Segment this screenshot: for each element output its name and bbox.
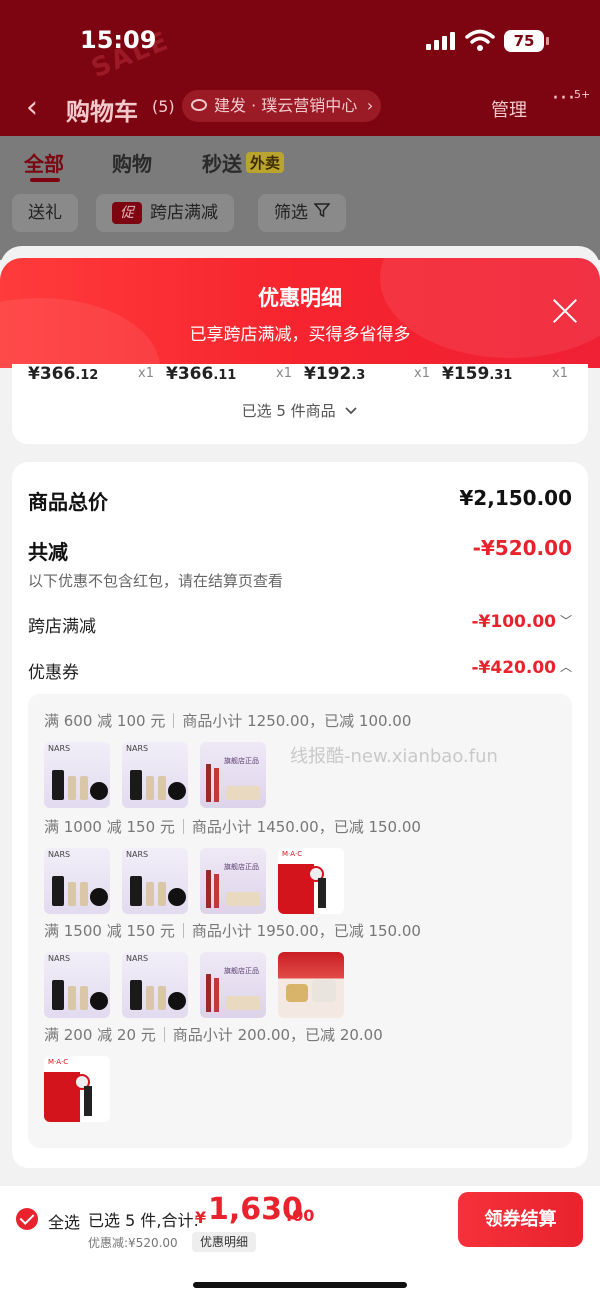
product-qty: x1 <box>552 366 568 381</box>
chip-cross-store-label: 跨店满减 <box>150 203 218 223</box>
product-price: ¥366.12 <box>28 364 99 384</box>
home-indicator[interactable] <box>193 1282 407 1288</box>
sheet-title: 优惠明细 <box>258 286 342 310</box>
discount-detail-button[interactable]: 优惠明细 <box>192 1232 257 1252</box>
total-currency: ¥ <box>195 1208 207 1227</box>
cart-count: (5) <box>152 97 175 116</box>
product-thumbnail[interactable]: M·A·C <box>278 848 344 914</box>
total-discount-row: 共减 -¥520.00 <box>28 536 572 564</box>
signal-icon <box>426 32 456 50</box>
eye-icon <box>191 99 207 111</box>
chip-filter[interactable]: 筛选 <box>258 194 346 232</box>
more-menu-button[interactable]: ··· <box>552 86 576 111</box>
checkout-bar: 全选 已选 5 件,合计: ¥ 1,630 .00 优惠减:¥520.00 优惠… <box>0 1186 600 1300</box>
close-icon[interactable] <box>552 298 578 324</box>
product-thumbnail[interactable]: 旗舰店正品 <box>200 742 266 808</box>
wifi-icon <box>465 29 495 51</box>
discount-note: 以下优惠不包含红包，请在结算页查看 <box>28 572 284 590</box>
product-thumbnail[interactable]: 旗舰店正品 <box>200 848 266 914</box>
chip-gift[interactable]: 送礼 <box>12 194 78 232</box>
product-thumbnail[interactable]: NARS <box>44 848 110 914</box>
chevron-up-icon: ︿ <box>559 660 572 674</box>
status-bar: 15:09 75 <box>0 22 600 62</box>
product-thumbnail[interactable] <box>278 952 344 1018</box>
tab-flash[interactable]: 秒送 外卖 <box>202 148 285 177</box>
select-all-checkbox[interactable] <box>16 1208 38 1230</box>
total-discount-label: 共减 <box>28 540 68 564</box>
manage-button[interactable]: 管理 <box>491 96 527 122</box>
tab-shop[interactable]: 购物 <box>112 148 152 177</box>
chevron-right-icon: › <box>366 96 374 115</box>
product-thumbnail[interactable]: NARS <box>44 952 110 1018</box>
promo-badge: 促 <box>112 202 142 224</box>
selected-count-text: 已选 5 件,合计: <box>88 1211 199 1230</box>
coupon-rule-line: 满 200 减 20 元商品小计 200.00，已减 20.00 <box>44 1026 383 1044</box>
total-price-label: 商品总价 <box>28 490 108 514</box>
takeout-tag: 外卖 <box>246 152 285 173</box>
chevron-down-icon <box>345 407 358 415</box>
product-thumbnail[interactable]: NARS <box>122 848 188 914</box>
sheet-subtitle: 已享跨店满减，买得多省得多 <box>189 325 411 345</box>
address-selector[interactable]: 建发 · 璞云营销中心 › <box>182 90 382 122</box>
price-summary-card: 商品总价 ¥2,150.00 共减 -¥520.00 以下优惠不包含红包，请在结… <box>12 462 588 1168</box>
discount-detail-sheet: 优惠明细 已享跨店满减，买得多省得多 ¥366.12 x1 ¥366.11 x1… <box>0 246 600 1300</box>
coupon-value: -¥420.00 <box>471 658 556 678</box>
address-text: 建发 · 璞云营销中心 <box>214 96 358 115</box>
status-time: 15:09 <box>80 26 157 54</box>
tab-flash-label: 秒送 <box>202 152 242 176</box>
cross-store-row[interactable]: 跨店满减 -¥100.00 ﹀ <box>28 612 572 637</box>
total-amount-decimal: .00 <box>286 1206 315 1225</box>
total-price-row: 商品总价 ¥2,150.00 <box>28 486 572 514</box>
select-all-label[interactable]: 全选 <box>48 1209 80 1233</box>
coupon-row[interactable]: 优惠券 -¥420.00 ︿ <box>28 658 572 683</box>
coupon-rule-line: 满 1000 减 150 元商品小计 1450.00，已减 150.00 <box>44 818 421 836</box>
product-price: ¥366.11 <box>166 364 237 384</box>
selected-products-text: 已选 5 件商品 <box>241 402 336 420</box>
product-thumbnail[interactable]: 旗舰店正品 <box>200 952 266 1018</box>
product-thumbnail[interactable]: NARS <box>122 742 188 808</box>
cross-store-label: 跨店满减 <box>28 617 96 637</box>
selected-products-card: ¥366.12 x1 ¥366.11 x1 ¥192.3 x1 ¥159.31 … <box>12 364 588 444</box>
total-price-value: ¥2,150.00 <box>459 486 572 510</box>
filter-icon <box>314 203 330 218</box>
product-price: ¥159.31 <box>442 364 513 384</box>
filter-chips: 送礼 促跨店满减 筛选 <box>0 194 600 234</box>
selected-products-toggle[interactable]: 已选 5 件商品 <box>12 400 588 421</box>
cart-tabs: 全部 购物 秒送 外卖 <box>0 148 600 188</box>
cross-store-value: -¥100.00 <box>471 612 556 632</box>
product-qty: x1 <box>414 366 430 381</box>
chevron-down-icon: ﹀ <box>559 614 572 628</box>
checkout-button[interactable]: 领券结算 <box>458 1192 583 1247</box>
product-qty: x1 <box>276 366 292 381</box>
product-qty: x1 <box>138 366 154 381</box>
nav-bar: ‹ 购物车 (5) 建发 · 璞云营销中心 › 管理 ··· 5+ <box>0 86 600 130</box>
product-thumbnail[interactable]: NARS <box>44 742 110 808</box>
more-badge: 5+ <box>574 88 591 101</box>
total-discount-value: -¥520.00 <box>472 536 572 560</box>
battery-indicator: 75 <box>504 30 549 52</box>
chip-cross-store[interactable]: 促跨店满减 <box>96 194 234 232</box>
coupon-label: 优惠券 <box>28 663 79 683</box>
chip-filter-label: 筛选 <box>274 203 308 223</box>
coupon-rule-line: 满 600 减 100 元商品小计 1250.00，已减 100.00 <box>44 712 412 730</box>
watermark: 线报酷-new.xianbao.fun <box>290 746 498 767</box>
page-title: 购物车 <box>66 98 138 126</box>
sheet-header: 优惠明细 已享跨店满减，买得多省得多 <box>0 258 600 368</box>
coupon-rule-line: 满 1500 减 150 元商品小计 1950.00，已减 150.00 <box>44 922 421 940</box>
back-button[interactable]: ‹ <box>26 90 38 125</box>
discount-summary: 优惠减:¥520.00 <box>88 1236 178 1250</box>
tab-all[interactable]: 全部 <box>24 148 64 177</box>
product-thumbnail[interactable]: NARS <box>122 952 188 1018</box>
product-thumbnail[interactable]: M·A·C <box>44 1056 110 1122</box>
tab-underline <box>30 178 60 182</box>
product-price: ¥192.3 <box>304 364 366 384</box>
